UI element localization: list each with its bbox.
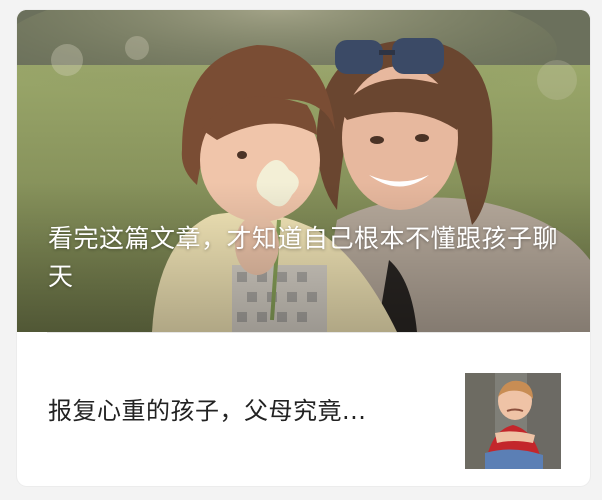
main-article-title: 看完这篇文章，才知道自己根本不懂跟孩子聊天: [48, 224, 559, 291]
article-card: 看完这篇文章，才知道自己根本不懂跟孩子聊天 报复心重的孩子，父母究竟...: [17, 10, 590, 486]
sub-article-item[interactable]: 报复心重的孩子，父母究竟...: [17, 333, 590, 486]
sub-article-thumbnail: [465, 373, 561, 469]
sub-article-title: 报复心重的孩子，父母究竟...: [48, 397, 367, 425]
main-article[interactable]: 看完这篇文章，才知道自己根本不懂跟孩子聊天: [17, 10, 590, 332]
thumbnail-photo: [465, 373, 561, 469]
